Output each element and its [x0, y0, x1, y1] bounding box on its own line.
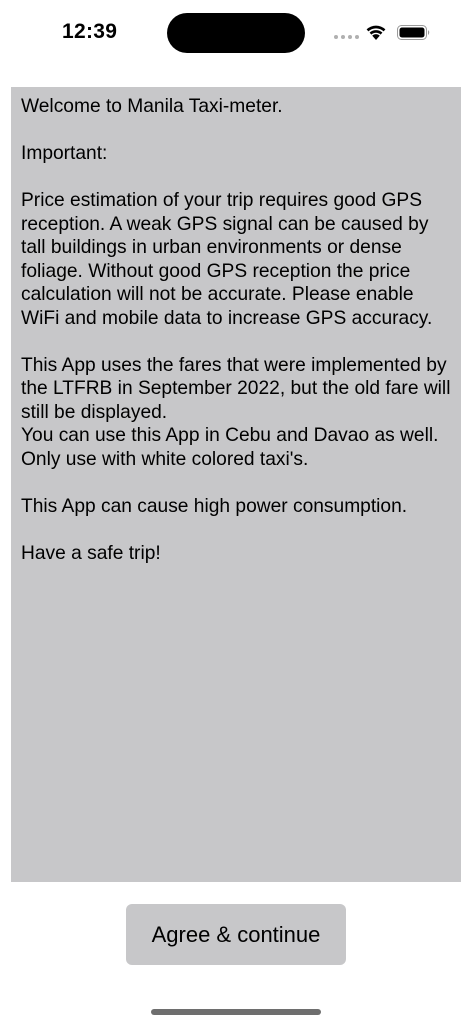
status-bar: 12:39 — [0, 0, 472, 64]
battery-icon — [397, 25, 430, 40]
wifi-icon — [366, 25, 386, 40]
signal-icon — [334, 35, 360, 39]
agree-continue-button[interactable]: Agree & continue — [126, 904, 346, 965]
status-time: 12:39 — [62, 20, 118, 43]
welcome-text: Welcome to Manila Taxi-meter. Important:… — [21, 96, 451, 564]
dynamic-island — [167, 13, 305, 53]
home-indicator[interactable] — [151, 1009, 321, 1015]
info-text-panel[interactable]: Welcome to Manila Taxi-meter. Important:… — [11, 87, 461, 882]
